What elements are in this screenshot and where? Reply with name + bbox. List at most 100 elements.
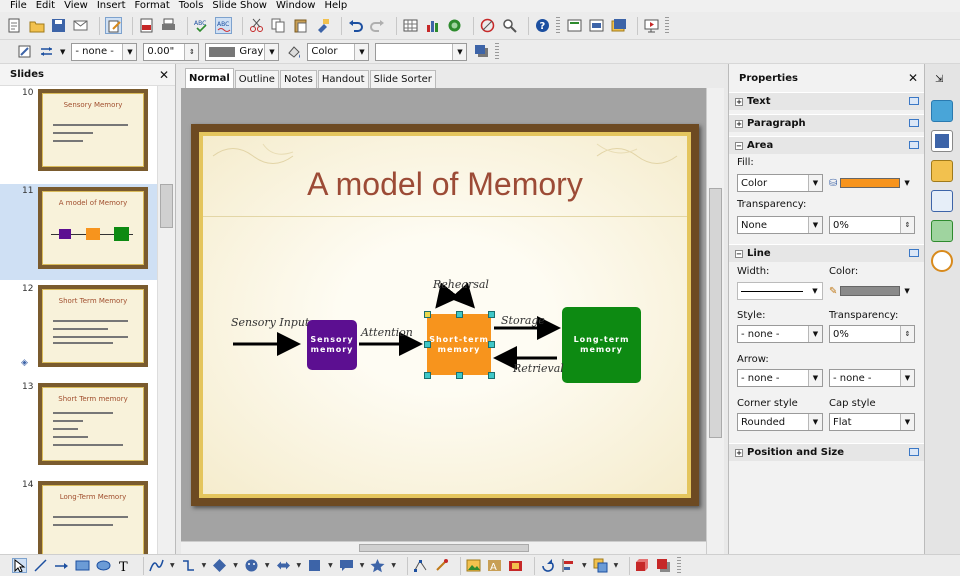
- menu-file[interactable]: File: [10, 0, 27, 12]
- fontwork-icon[interactable]: A: [487, 558, 502, 573]
- section-line[interactable]: − Line: [729, 244, 925, 262]
- connector-tool-icon[interactable]: [181, 558, 196, 573]
- line-tool-icon[interactable]: [33, 558, 48, 573]
- area-transparency-select[interactable]: None ▼: [737, 216, 823, 234]
- arrow-line-tool-icon[interactable]: [54, 558, 69, 573]
- start-slideshow-icon[interactable]: [643, 17, 660, 34]
- selection-handle[interactable]: [456, 372, 463, 379]
- cap-style-select[interactable]: Flat ▼: [829, 413, 915, 431]
- scrollbar-thumb[interactable]: [359, 544, 529, 552]
- fill-color-picker[interactable]: ⛁ ▼: [829, 174, 911, 192]
- line-width-picker[interactable]: ▼: [737, 282, 823, 300]
- scrollbar-thumb[interactable]: [160, 184, 173, 228]
- selection-handle[interactable]: [424, 372, 431, 379]
- redo-icon[interactable]: [369, 17, 386, 34]
- slide-layout-icon[interactable]: [566, 17, 583, 34]
- selection-handle[interactable]: [488, 341, 495, 348]
- sensory-input-label[interactable]: Sensory Input: [231, 316, 309, 329]
- master-pages-deck-icon[interactable]: [931, 130, 953, 152]
- chevron-down-icon[interactable]: ▼: [297, 562, 302, 569]
- chevron-down-icon[interactable]: ▼: [360, 562, 365, 569]
- extrusion-toggle-icon[interactable]: [635, 558, 650, 573]
- line-style-select[interactable]: - none - ▼: [71, 42, 138, 61]
- block-arrows-icon[interactable]: [276, 558, 291, 573]
- chevron-down-icon[interactable]: ▼: [202, 562, 207, 569]
- fill-type-select[interactable]: Color ▼: [737, 174, 823, 192]
- more-options-icon[interactable]: [909, 141, 919, 149]
- chevron-down-icon[interactable]: ▼: [391, 562, 396, 569]
- selection-handle[interactable]: [424, 341, 431, 348]
- more-options-icon[interactable]: [909, 448, 919, 456]
- line-color-select[interactable]: Gray 6 ▼: [205, 42, 280, 61]
- text-tool-icon[interactable]: T: [117, 558, 132, 573]
- shadow-toggle-icon[interactable]: [656, 558, 671, 573]
- insert-image-icon[interactable]: [466, 558, 481, 573]
- tab-notes[interactable]: Notes: [279, 70, 317, 88]
- symbol-shapes-icon[interactable]: [244, 558, 259, 573]
- slide-transition-deck-icon[interactable]: [931, 190, 953, 212]
- properties-deck-icon[interactable]: [931, 100, 953, 122]
- section-area[interactable]: − Area: [729, 136, 925, 154]
- chevron-down-icon[interactable]: ▼: [233, 562, 238, 569]
- slide-canvas[interactable]: A model of Memory Sensory memory Short-t…: [181, 88, 706, 541]
- custom-animation-deck-icon[interactable]: [931, 160, 953, 182]
- area-fill-select[interactable]: ▼: [375, 42, 468, 61]
- extrusion-icon[interactable]: [508, 558, 523, 573]
- points-icon[interactable]: [413, 558, 428, 573]
- section-position-and-size[interactable]: + Position and Size: [729, 443, 925, 461]
- menu-edit[interactable]: Edit: [36, 0, 55, 12]
- chevron-down-icon[interactable]: ▼: [328, 562, 333, 569]
- section-text[interactable]: + Text: [729, 92, 925, 110]
- chart-icon[interactable]: [424, 17, 441, 34]
- arrow-end-select[interactable]: - none - ▼: [829, 369, 915, 387]
- styles-deck-icon[interactable]: [931, 220, 953, 242]
- area-style-select[interactable]: Color ▼: [307, 42, 370, 61]
- slide-thumbnail-13[interactable]: 13 Short Term memory: [0, 380, 158, 476]
- toolbar-grip[interactable]: [677, 556, 682, 575]
- new-slide-icon[interactable]: [610, 17, 627, 34]
- short-term-memory-box[interactable]: Short-term memory: [427, 314, 491, 375]
- line-color-picker[interactable]: ✎ ▼: [829, 282, 911, 300]
- save-icon[interactable]: [50, 17, 67, 34]
- email-icon[interactable]: [72, 17, 89, 34]
- more-options-icon[interactable]: [909, 249, 919, 257]
- scrollbar-thumb[interactable]: [709, 188, 722, 438]
- selection-handle[interactable]: [488, 372, 495, 379]
- arrow-start-select[interactable]: - none - ▼: [737, 369, 823, 387]
- slide-thumbnail-14[interactable]: 14 Long-Term Memory: [0, 478, 158, 554]
- corner-style-select[interactable]: Rounded ▼: [737, 413, 823, 431]
- selection-handle[interactable]: [488, 311, 495, 318]
- line-transparency-spinner[interactable]: 0% ⇕: [829, 325, 915, 343]
- callouts-icon[interactable]: [339, 558, 354, 573]
- edit-file-icon[interactable]: [105, 17, 122, 34]
- arrow-style-icon[interactable]: [38, 43, 55, 60]
- slide-thumbnail-11[interactable]: 11 A model of Memory: [0, 184, 158, 280]
- menu-insert[interactable]: Insert: [97, 0, 126, 12]
- slide-design-icon[interactable]: [588, 17, 605, 34]
- undo-icon[interactable]: [347, 17, 364, 34]
- navigator-deck-icon[interactable]: [931, 250, 953, 272]
- stars-icon[interactable]: [370, 558, 385, 573]
- menu-format[interactable]: Format: [135, 0, 170, 12]
- cut-icon[interactable]: [248, 17, 265, 34]
- paste-icon[interactable]: [292, 17, 309, 34]
- tab-slide-sorter[interactable]: Slide Sorter: [369, 70, 436, 88]
- selection-handle[interactable]: [456, 311, 463, 318]
- select-pointer-icon[interactable]: [12, 558, 27, 573]
- area-transparency-spinner[interactable]: 0% ⇕: [829, 216, 915, 234]
- flowchart-icon[interactable]: [307, 558, 322, 573]
- menu-view[interactable]: View: [64, 0, 88, 12]
- menu-slide-show[interactable]: Slide Show: [212, 0, 267, 12]
- more-options-icon[interactable]: [909, 97, 919, 105]
- arrange-icon[interactable]: [593, 558, 608, 573]
- sidebar-menu-icon[interactable]: ⇲: [935, 74, 943, 85]
- rectangle-tool-icon[interactable]: [75, 558, 90, 573]
- glue-points-icon[interactable]: [434, 558, 449, 573]
- menu-help[interactable]: Help: [324, 0, 347, 12]
- line-properties-icon[interactable]: [16, 43, 33, 60]
- line-style-dropdown[interactable]: - none - ▼: [737, 325, 823, 343]
- more-options-icon[interactable]: [909, 119, 919, 127]
- auto-spellcheck-icon[interactable]: ABC: [215, 17, 232, 34]
- navigator-icon[interactable]: [446, 17, 463, 34]
- line-width-spinner[interactable]: 0.00" ⇕: [143, 42, 200, 61]
